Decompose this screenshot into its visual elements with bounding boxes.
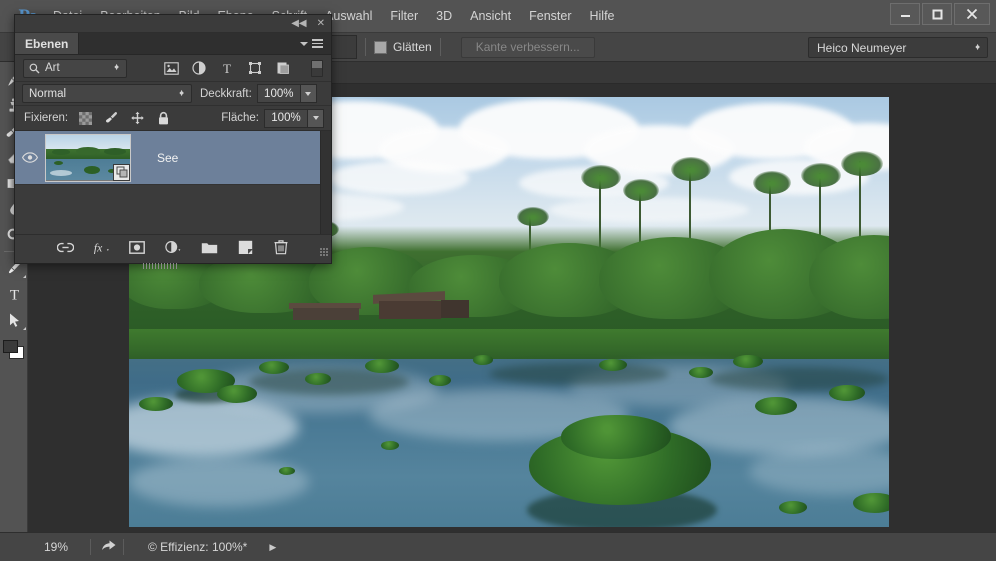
layer-visibility-toggle[interactable] [15,152,45,163]
workspace-selector[interactable]: Heico Neumeyer ▲ ▼ [808,37,988,58]
layer-thumbnail[interactable] [45,133,131,182]
zoom-level[interactable]: 19% [44,540,84,554]
layer-filter-icons: T [163,60,291,76]
tool-preset-picker[interactable] [331,35,357,59]
efficiency-readout: © Effizienz: 100%* [148,540,248,554]
smooth-checkbox[interactable] [374,40,387,54]
opacity-label: Deckkraft: [200,87,252,100]
workspace-chevron-icon: ▲ ▼ [974,42,981,52]
new-layer-icon[interactable] [237,239,254,256]
path-selection-tool[interactable] [0,307,28,333]
menu-item-ansicht[interactable]: Ansicht [461,0,520,33]
link-layers-icon[interactable] [56,239,74,256]
svg-text:fx: fx [93,241,102,254]
adjustment-layer-filter-icon[interactable] [191,60,207,76]
filter-enable-switch[interactable] [311,59,323,77]
lock-buttons [78,111,171,126]
panel-close-icon[interactable]: ✕ [317,18,325,29]
svg-text:T: T [9,287,18,303]
menu-item-3d[interactable]: 3D [427,0,461,33]
add-layer-mask-icon[interactable] [129,239,146,256]
lock-position-icon[interactable] [130,111,145,126]
panel-resize-grip[interactable] [320,248,329,257]
opacity-value[interactable]: 100% [256,84,301,103]
delete-layer-icon[interactable] [273,239,290,256]
layer-filter-chevron-icon: ▲ ▼ [113,63,120,72]
shape-layer-filter-icon[interactable] [247,60,263,76]
layer-name[interactable]: See [157,151,178,165]
smart-object-filter-icon[interactable] [275,60,291,76]
lock-all-icon[interactable] [156,111,171,126]
status-expand-icon[interactable]: ▶ [269,542,276,553]
opacity-dropdown-icon[interactable] [300,84,317,103]
eye-icon [22,152,38,163]
type-layer-filter-icon[interactable]: T [219,60,235,76]
lock-row: Fixieren: Fläche: 100% [15,106,331,131]
panel-menu-button[interactable] [300,33,331,54]
options-separator-2 [439,38,441,56]
panel-collapse-icon[interactable]: ◀◀ [291,18,306,29]
maximize-button[interactable] [922,3,952,25]
lock-label: Fixieren: [24,112,69,124]
share-icon[interactable] [101,538,117,557]
options-separator [365,38,366,56]
status-separator-2 [123,539,124,555]
tab-ebenen[interactable]: Ebenen [15,33,80,54]
layer-style-fx-icon[interactable]: fx [93,239,110,256]
blend-mode-value: Normal [29,87,67,100]
minimize-button[interactable] [890,3,920,25]
fill-value[interactable]: 100% [264,108,308,128]
blend-mode-row: Normal ▲ ▼ Deckkraft: 100% [15,82,331,106]
type-tool[interactable]: T [0,281,28,307]
lock-transparency-icon[interactable] [78,111,93,126]
workspace-label: Heico Neumeyer [817,40,907,55]
blend-mode-chevron-icon: ▲ ▼ [178,88,185,98]
panel-title-bar[interactable]: ◀◀ ✕ [15,15,331,33]
layer-filter-type-select[interactable]: Art ▲ ▼ [23,58,127,78]
layer-filter-type-label: Art [45,62,60,74]
photoshop-window: Ps Datei Bearbeiten Bild Ebene Schrift A… [0,0,996,561]
panel-tab-row: Ebenen [15,33,331,55]
new-adjustment-layer-icon[interactable] [164,239,182,256]
status-bar: 19% © Effizienz: 100%* ▶ [0,532,996,561]
foreground-color-swatch[interactable] [3,340,18,353]
layers-panel[interactable]: ◀◀ ✕ Ebenen Art ▲ ▼ T Normal ▲ ▼ Deckkra… [14,14,332,269]
smooth-label: Glätten [393,40,432,54]
hut-building [379,301,441,319]
layers-panel-footer: fx [15,235,331,259]
layer-filter-row: Art ▲ ▼ T [15,55,331,82]
search-icon [29,63,40,73]
color-swatches[interactable] [0,337,28,367]
new-group-icon[interactable] [201,239,218,256]
svg-text:T: T [223,61,231,75]
table-row[interactable]: See [15,131,331,185]
layers-list[interactable]: See [15,131,331,235]
pixel-layer-filter-icon[interactable] [163,60,179,76]
layers-scrollbar[interactable] [320,131,331,234]
fill-dropdown-icon[interactable] [308,108,324,128]
smart-object-badge-icon [113,163,130,181]
close-button[interactable] [954,3,990,25]
panel-drag-handle[interactable] [143,263,179,269]
window-controls [890,3,990,25]
panel-menu-lines-icon [312,39,323,48]
lock-image-pixels-icon[interactable] [104,111,119,126]
menu-item-filter[interactable]: Filter [381,0,427,33]
menu-item-fenster[interactable]: Fenster [520,0,580,33]
blend-mode-select[interactable]: Normal ▲ ▼ [22,84,192,103]
refine-edge-button[interactable]: Kante verbessern... [460,36,595,58]
panel-menu-chevron-icon [300,41,308,46]
status-separator [90,539,91,555]
fill-label: Fläche: [221,112,259,124]
menu-item-hilfe[interactable]: Hilfe [581,0,624,33]
